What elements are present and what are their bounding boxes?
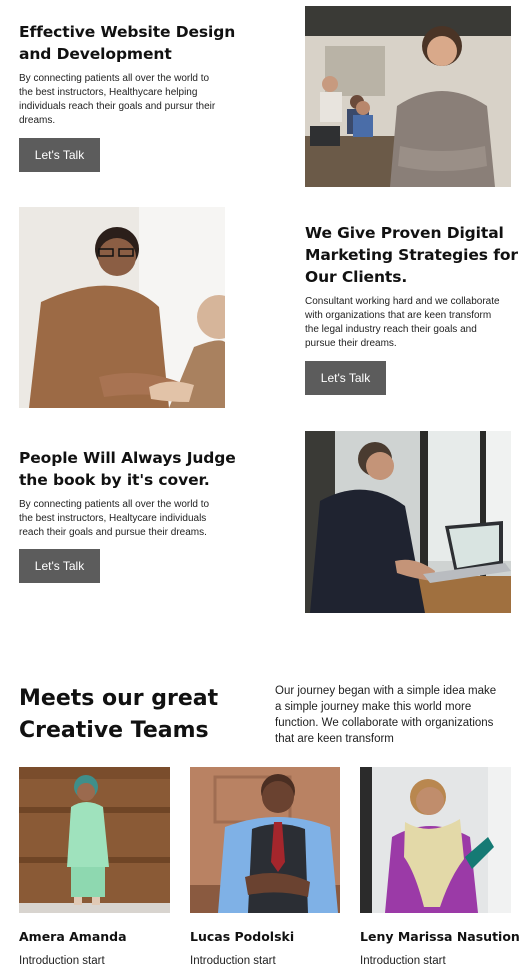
member-photo [360, 767, 511, 913]
lets-talk-button[interactable]: Let's Talk [19, 549, 100, 583]
feature-title: We Give Proven Digital Marketing Strateg… [305, 222, 520, 288]
member-intro: Introduction start [190, 955, 276, 966]
feature-text-line: dreams. [19, 115, 56, 126]
feature-text-line: the best instructors, Healthycare helpin… [19, 87, 198, 98]
member-intro: Introduction start [360, 955, 446, 966]
feature-title-line: We Give Proven Digital [305, 224, 504, 242]
feature-title-line: Our Clients. [305, 268, 408, 286]
lets-talk-button[interactable]: Let's Talk [305, 361, 386, 395]
feature-description: By connecting patients all over the worl… [19, 72, 269, 128]
teams-text-line: a simple journey make this world more [275, 701, 472, 713]
member-name: Leny Marissa Nasution [360, 929, 520, 944]
teams-description: Our journey began with a simple idea mak… [275, 683, 520, 747]
teams-text-line: Our journey began with a simple idea mak… [275, 685, 497, 697]
teams-title-line: Meets our great [19, 686, 219, 711]
feature-text-line: reach their goals and pursue their dream… [19, 527, 207, 538]
lets-talk-button[interactable]: Let's Talk [19, 138, 100, 172]
feature-text-line: pursue their dreams. [305, 338, 397, 349]
member-intro: Introduction start [19, 955, 105, 966]
feature-text-line: By connecting patients all over the worl… [19, 499, 210, 510]
feature-description: By connecting patients all over the worl… [19, 498, 269, 540]
member-photo [190, 767, 340, 913]
member-name: Amera Amanda [19, 929, 127, 944]
feature-text-line: individuals reach their goals and pursur… [19, 101, 216, 112]
laptop-man-photo [305, 431, 511, 613]
feature-title-line: Effective Website Design [19, 23, 236, 41]
member-photo [19, 767, 170, 913]
member-name: Lucas Podolski [190, 929, 295, 944]
handshake-photo [19, 207, 225, 408]
feature-text-line: By connecting patients all over the worl… [19, 73, 210, 84]
feature-title: People Will Always Judge the book by it'… [19, 447, 269, 491]
office-team-photo [305, 6, 511, 187]
feature-title-line: the book by it's cover. [19, 471, 210, 489]
feature-text-line: with organizations that are keen transfo… [305, 310, 492, 321]
teams-title: Meets our great Creative Teams [19, 683, 259, 747]
feature-title-line: and Development [19, 45, 172, 63]
feature-title-line: Marketing Strategies for [305, 246, 518, 264]
feature-text-line: the legal industry reach their goals and [305, 324, 477, 335]
feature-title: Effective Website Design and Development [19, 21, 259, 65]
feature-text-line: Consultant working hard and we collabora… [305, 296, 500, 307]
feature-description: Consultant working hard and we collabora… [305, 295, 520, 351]
teams-text-line: function. We collaborate with organizati… [275, 717, 494, 729]
feature-text-line: the best instructors, Healtycare individ… [19, 513, 207, 524]
feature-title-line: People Will Always Judge [19, 449, 236, 467]
teams-text-line: that are keen transform [275, 733, 394, 745]
teams-title-line: Creative Teams [19, 718, 209, 743]
